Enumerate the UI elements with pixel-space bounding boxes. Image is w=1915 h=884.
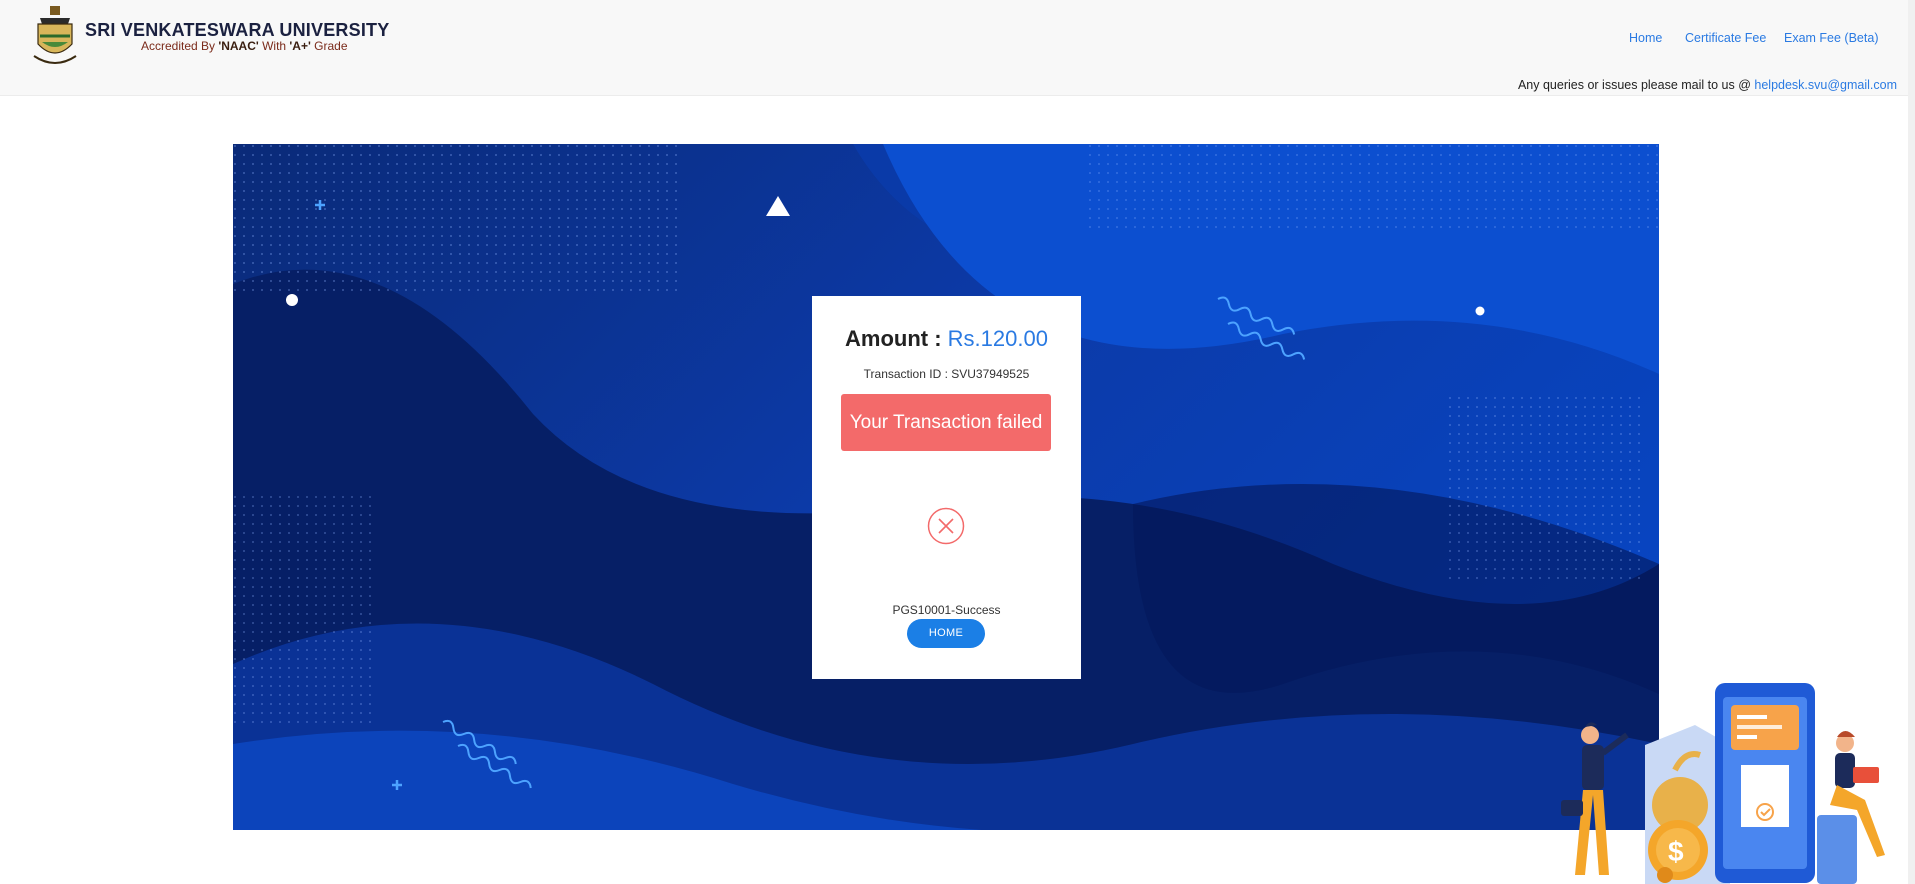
transaction-id-label: Transaction ID : xyxy=(863,367,952,381)
vertical-scrollbar[interactable] xyxy=(1908,0,1915,884)
accreditation-tagline: Accredited By 'NAAC' With 'A+' Grade xyxy=(141,39,348,53)
transaction-failed-alert: Your Transaction failed xyxy=(841,394,1051,451)
gateway-status-code: PGS10001-Success xyxy=(892,603,1001,617)
nav-home-link[interactable]: Home xyxy=(1629,31,1662,45)
home-button[interactable]: HOME xyxy=(907,619,985,648)
university-crest-icon xyxy=(33,6,77,64)
amount-line: Amount : Rs.120.00 xyxy=(812,326,1081,352)
support-email-link[interactable]: helpdesk.svu@gmail.com xyxy=(1754,78,1897,92)
transaction-id-value: SVU37949525 xyxy=(951,367,1030,381)
transaction-id-line: Transaction ID : SVU37949525 xyxy=(812,367,1081,381)
amount-value: Rs.120.00 xyxy=(947,326,1048,351)
failure-x-icon xyxy=(927,507,965,545)
nav-certificate-fee-link[interactable]: Certificate Fee xyxy=(1685,31,1766,45)
university-name: SRI VENKATESWARA UNIVERSITY xyxy=(85,20,390,40)
payment-illustration: $ xyxy=(1561,683,1885,884)
transaction-result-card: Amount : Rs.120.00 Transaction ID : SVU3… xyxy=(812,296,1081,679)
support-notice-text: Any queries or issues please mail to us … xyxy=(1517,78,1755,92)
support-notice: Any queries or issues please mail to us … xyxy=(1518,78,1897,92)
svg-text:$: $ xyxy=(1668,836,1684,867)
amount-label: Amount : xyxy=(845,326,948,351)
top-navbar: SRI VENKATESWARA UNIVERSITY Accredited B… xyxy=(0,0,1915,96)
nav-exam-fee-link[interactable]: Exam Fee (Beta) xyxy=(1784,31,1878,45)
